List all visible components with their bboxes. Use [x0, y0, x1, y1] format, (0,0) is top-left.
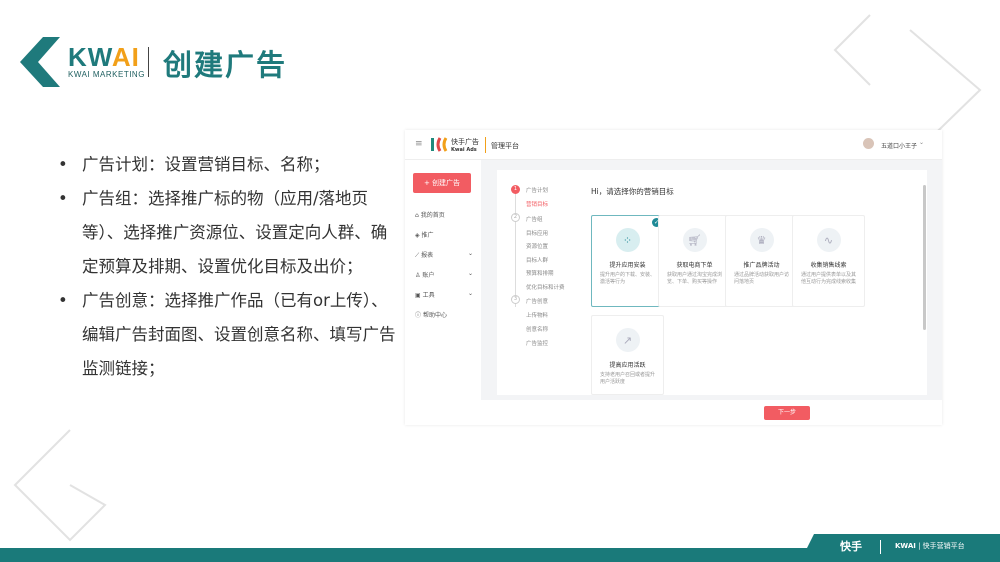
card-desc: 通过用户提供表单以及其他互动行为完成线索收集 [801, 272, 857, 285]
cart-icon: 🛒︎ [682, 228, 707, 252]
card-title: 推广品牌活动 [743, 262, 780, 269]
nav-item-tools[interactable]: ▣ 工具 ⌄ [415, 290, 473, 299]
goal-card-engagement[interactable]: ↗ 提高应用活跃 支持老用户召回或者提升用户活跃度 [591, 315, 664, 395]
chevron-down-icon: ⌄ [467, 290, 473, 297]
user-name[interactable]: 五道口小王子 [881, 141, 917, 150]
substep[interactable]: 创意名称 [526, 325, 548, 333]
brand-logo: KWAI [68, 42, 140, 72]
bullet-list: 广告计划：设置营销目标、名称； 广告组：选择推广标的物（应用/落地页等）、选择推… [58, 148, 398, 386]
card-title: 收集销售线索 [810, 262, 847, 269]
app-grid-icon: ⁘ [615, 228, 640, 252]
card-desc: 支持老用户召回或者提升用户活跃度 [600, 372, 656, 385]
divider [485, 137, 486, 153]
substep[interactable]: 目标人群 [526, 256, 548, 264]
step-label[interactable]: 广告创意 [526, 297, 548, 305]
card-title: 提高应用活跃 [609, 362, 646, 369]
trend-icon: ↗ [615, 328, 640, 352]
brand-subtitle: KWAI MARKETING [68, 70, 145, 79]
kwai-ads-logo-icon [431, 137, 448, 152]
substep[interactable]: 目标应用 [526, 229, 548, 237]
nav-label: 账户 [422, 272, 435, 279]
chart-icon: ⟋ [415, 252, 420, 259]
divider [148, 47, 149, 77]
goal-card-ecommerce[interactable]: 🛒︎ 获取电商下单 获取用户通过淘宝完成浏览、下单、购买等操作 [658, 215, 731, 307]
user-icon: ♙ [415, 272, 421, 279]
app-topbar: ≡ 快手广告 Kwai Ads 管理平台 五道口小王子 ⌄ [405, 130, 942, 160]
nav-label: 工具 [422, 292, 435, 299]
crown-icon: ♛ [749, 228, 774, 252]
home-icon: ⌂ [415, 212, 419, 219]
card-desc: 获取用户通过淘宝完成浏览、下单、购买等操作 [667, 272, 723, 285]
app-logo-en: Kwai Ads [451, 147, 477, 153]
platform-title: 管理平台 [491, 142, 519, 150]
kwai-logo-icon [20, 37, 60, 87]
toolbox-icon: ▣ [415, 292, 421, 299]
content-panel: 1 广告计划 营销目标 2 广告组 目标应用 资源位置 目标人群 预算和排期 优… [497, 170, 927, 395]
nav-item-help[interactable]: ⓘ 帮助中心 [415, 310, 447, 319]
nav-item-home[interactable]: ⌂ 我的首页 [415, 210, 445, 219]
nav-item-reports[interactable]: ⟋ 报表 ⌄ [415, 250, 473, 260]
path-icon: ∿ [816, 228, 841, 252]
substep[interactable]: 上传物料 [526, 311, 548, 319]
layers-icon: ◈ [415, 232, 420, 239]
nav-label: 我的首页 [420, 212, 445, 219]
app-screenshot: ≡ 快手广告 Kwai Ads 管理平台 五道口小王子 ⌄ + 创建广告 ⌂ 我… [405, 130, 942, 425]
card-desc: 通过品牌活动获取用户访问落地页 [734, 272, 790, 285]
footer-bar: 下一步 [481, 400, 942, 425]
card-desc: 提升用户的下载、安装、激活等行为 [600, 272, 656, 285]
chevron-down-icon: ⌄ [467, 270, 473, 277]
substep[interactable]: 广告监控 [526, 339, 548, 347]
step-number: 2 [511, 213, 520, 222]
substep-active[interactable]: 营销目标 [526, 200, 548, 208]
bullet-item: 广告创意：选择推广作品（已有or上传）、编辑广告封面图、设置创意名称、填写广告监… [58, 284, 398, 386]
goal-card-brand[interactable]: ♛ 推广品牌活动 通过品牌活动获取用户访问落地页 [725, 215, 798, 307]
scrollbar[interactable] [923, 185, 926, 330]
nav-label: 帮助中心 [422, 312, 447, 319]
nav-label: 推广 [421, 232, 434, 239]
menu-icon[interactable]: ≡ [415, 139, 423, 149]
bullet-item: 广告计划：设置营销目标、名称； [58, 148, 398, 182]
nav-item-account[interactable]: ♙ 账户 ⌄ [415, 270, 473, 279]
step-label[interactable]: 广告计划 [526, 186, 548, 194]
chevron-down-icon[interactable]: ⌄ [919, 139, 924, 146]
card-title: 获取电商下单 [676, 262, 713, 269]
step-number: 1 [511, 185, 520, 194]
step-line [515, 187, 516, 307]
panel-heading: Hi，请选择你的营销目标 [591, 187, 674, 196]
avatar[interactable] [863, 138, 874, 149]
kuaishou-logo: 快手 [840, 540, 862, 553]
nav-label: 报表 [421, 252, 434, 259]
substep[interactable]: 资源位置 [526, 242, 548, 250]
goal-card-leads[interactable]: ∿ 收集销售线索 通过用户提供表单以及其他互动行为完成线索收集 [792, 215, 865, 307]
step-label[interactable]: 广告组 [526, 215, 543, 223]
substep[interactable]: 优化目标和计费 [526, 283, 565, 291]
nav-item-promotion[interactable]: ◈ 推广 [415, 230, 434, 239]
next-button[interactable]: 下一步 [764, 406, 810, 420]
help-icon: ⓘ [415, 312, 422, 319]
chevron-down-icon: ⌄ [467, 250, 473, 257]
card-title: 提升应用安装 [609, 262, 646, 269]
substep[interactable]: 预算和排期 [526, 269, 554, 277]
decor-chevron [13, 429, 107, 542]
footer-brand: KWAI | 快手营销平台 [895, 542, 965, 550]
bullet-item: 广告组：选择推广标的物（应用/落地页等）、选择推广资源位、设置定向人群、确定预算… [58, 182, 398, 284]
slide-title: 创建广告 [163, 48, 288, 82]
divider [880, 540, 881, 554]
sidebar: + 创建广告 ⌂ 我的首页 ◈ 推广 ⟋ 报表 ⌄ ♙ 账户 ⌄ ▣ 工具 ⌄ ⓘ 帮… [405, 160, 481, 425]
create-ad-button[interactable]: + 创建广告 [413, 173, 471, 193]
app-logo-text: 快手广告 [451, 138, 479, 146]
step-number: 3 [511, 295, 520, 304]
goal-card-app-install[interactable]: ✓ ⁘ 提升应用安装 提升用户的下载、安装、激活等行为 [591, 215, 664, 307]
